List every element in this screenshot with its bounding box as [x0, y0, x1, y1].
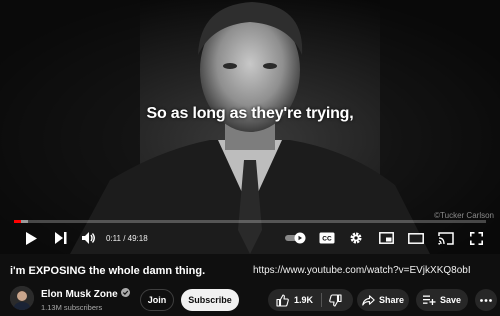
verified-check-icon: [120, 288, 130, 300]
theater-icon[interactable]: [407, 229, 425, 247]
time-separator: /: [120, 234, 128, 243]
fullscreen-icon[interactable]: [467, 229, 485, 247]
thumbs-up-icon: [276, 293, 289, 307]
svg-text:CC: CC: [322, 236, 332, 243]
gear-icon[interactable]: [347, 229, 365, 247]
save-playlist-icon: [422, 295, 436, 305]
share-label: Share: [378, 295, 404, 305]
thumbs-down-icon: [329, 293, 342, 307]
cast-icon[interactable]: [437, 229, 455, 247]
video-watermark: ©Tucker Carlson: [434, 211, 494, 220]
share-icon: [362, 294, 375, 306]
join-button[interactable]: Join: [140, 289, 174, 311]
share-button[interactable]: Share: [357, 289, 409, 311]
more-horizontal-icon: [480, 298, 492, 302]
video-frame: [0, 0, 500, 254]
video-url[interactable]: https://www.youtube.com/watch?v=EVjkXKQ8…: [253, 265, 471, 276]
channel-avatar[interactable]: [10, 286, 34, 310]
more-actions-button[interactable]: [475, 289, 497, 311]
duration: 49:18: [127, 234, 148, 243]
play-icon[interactable]: [22, 229, 40, 247]
video-player[interactable]: So as long as they're trying, ©Tucker Ca…: [0, 0, 500, 254]
like-button[interactable]: 1.9K: [268, 289, 313, 311]
like-count: 1.9K: [294, 295, 314, 305]
volume-icon[interactable]: [80, 229, 98, 247]
autoplay-toggle-icon[interactable]: [284, 229, 308, 247]
save-label: Save: [439, 295, 462, 305]
next-icon[interactable]: [52, 229, 70, 247]
subscriber-count: 1.13M subscribers: [41, 303, 103, 312]
current-time: 0:11: [106, 234, 121, 243]
played-bar: [14, 220, 22, 223]
channel-name-text: Elon Musk Zone: [41, 288, 118, 300]
like-dislike-group: 1.9K: [268, 289, 353, 311]
save-button[interactable]: Save: [416, 289, 468, 311]
dislike-button[interactable]: [322, 289, 342, 311]
subscribe-button[interactable]: Subscribe: [181, 289, 239, 311]
player-controls: 0:11 / 49:18 CC: [0, 226, 500, 250]
progress-bar[interactable]: [14, 220, 486, 223]
channel-name[interactable]: Elon Musk Zone: [41, 288, 130, 300]
time-display: 0:11 / 49:18: [106, 234, 148, 243]
video-title: i'm EXPOSING the whole damn thing.: [10, 265, 206, 277]
captions-button[interactable]: CC: [318, 229, 336, 247]
video-caption: So as long as they're trying,: [146, 105, 354, 122]
miniplayer-icon[interactable]: [377, 229, 395, 247]
